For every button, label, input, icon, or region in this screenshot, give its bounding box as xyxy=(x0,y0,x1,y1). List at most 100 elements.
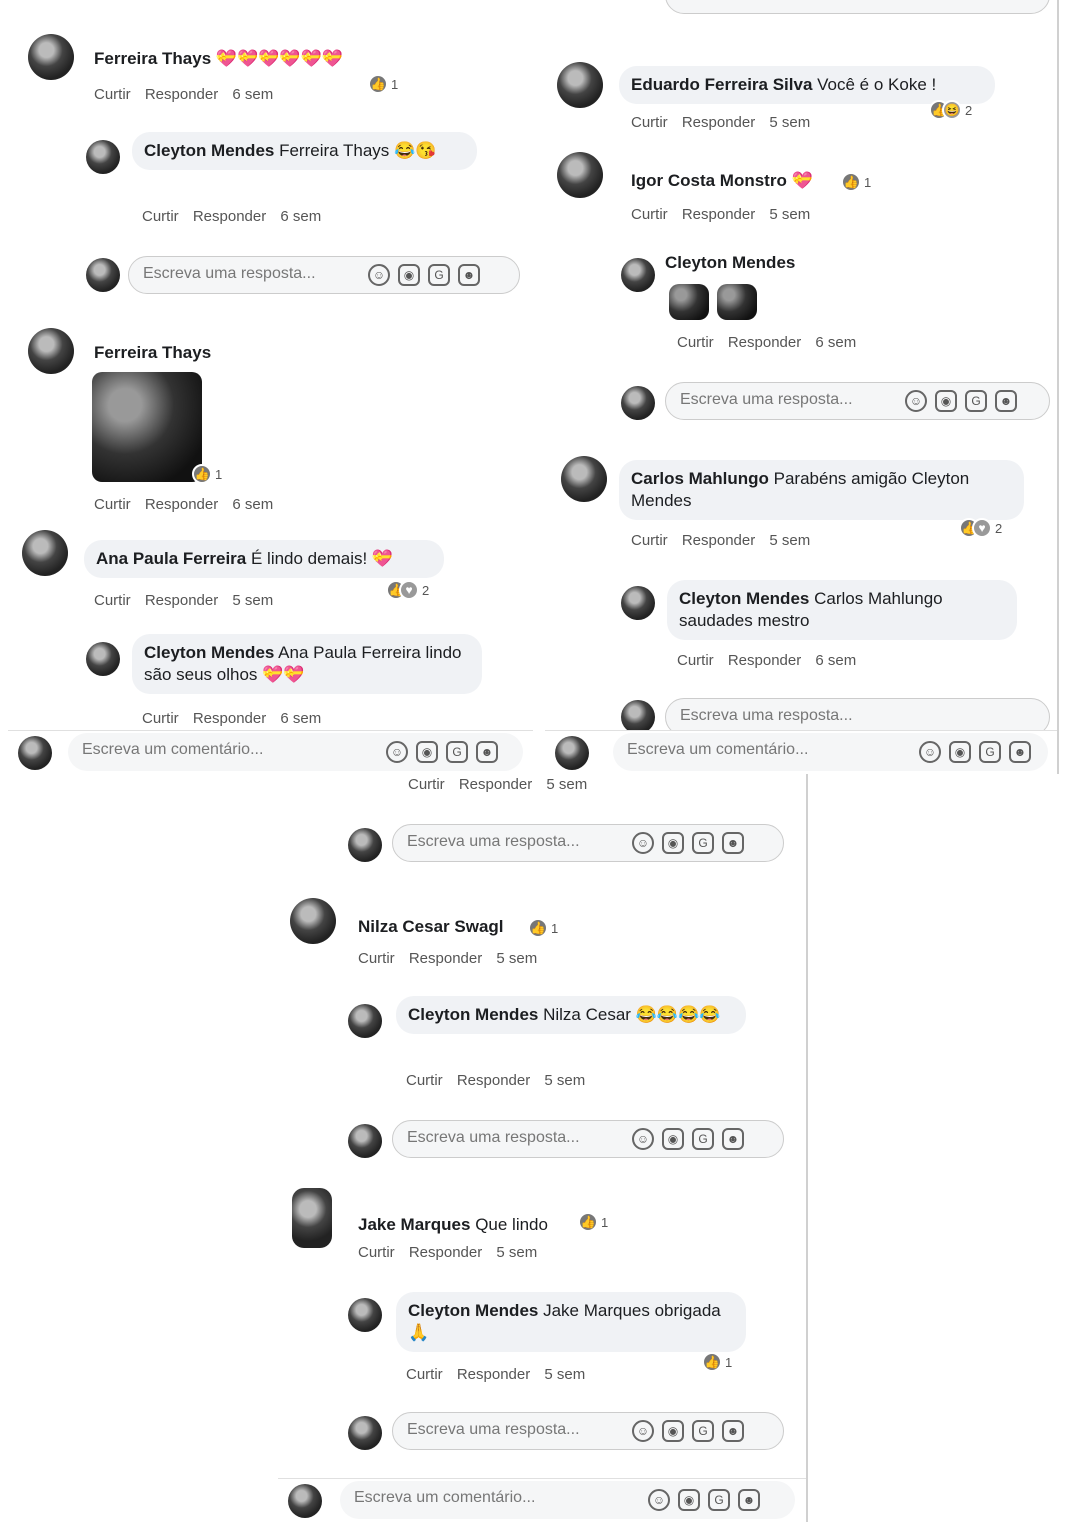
comment-author[interactable]: Ferreira Thays xyxy=(94,49,211,68)
camera-icon[interactable]: ◉ xyxy=(662,1420,684,1442)
gif-icon[interactable]: G xyxy=(708,1489,730,1511)
sticker-icon[interactable]: ☻ xyxy=(1009,741,1031,763)
comment-author[interactable]: Igor Costa Monstro xyxy=(631,171,787,190)
reply-input[interactable] xyxy=(665,0,1050,14)
reaction-count[interactable]: 👍 ♥ 2 xyxy=(959,518,1002,538)
sticker-icon[interactable]: ☻ xyxy=(722,832,744,854)
avatar[interactable] xyxy=(22,530,68,576)
avatar[interactable] xyxy=(557,62,603,108)
like-link[interactable]: Curtir xyxy=(358,1244,395,1261)
gif-icon[interactable]: G xyxy=(692,1420,714,1442)
like-link[interactable]: Curtir xyxy=(94,496,131,513)
reply-link[interactable]: Responder xyxy=(193,208,266,225)
avatar[interactable] xyxy=(28,34,74,80)
reply-link[interactable]: Responder xyxy=(145,592,218,609)
reply-link[interactable]: Responder xyxy=(682,206,755,223)
emoji-icon[interactable]: ☺ xyxy=(368,264,390,286)
comment-author[interactable]: Cleyton Mendes xyxy=(679,589,809,608)
reaction-count[interactable]: 👍 1 xyxy=(192,464,222,484)
comment-author[interactable]: Cleyton Mendes xyxy=(144,141,274,160)
sticker-icon[interactable]: ☻ xyxy=(738,1489,760,1511)
fist-bump-sticker[interactable] xyxy=(669,284,709,320)
gif-icon[interactable]: G xyxy=(965,390,987,412)
avatar[interactable] xyxy=(28,328,74,374)
gif-icon[interactable]: G xyxy=(979,741,1001,763)
reaction-count[interactable]: 👍 1 xyxy=(578,1212,608,1232)
sticker-icon[interactable]: ☻ xyxy=(476,741,498,763)
gif-icon[interactable]: G xyxy=(446,741,468,763)
reply-link[interactable]: Responder xyxy=(682,114,755,131)
emoji-icon[interactable]: ☺ xyxy=(632,1128,654,1150)
emoji-icon[interactable]: ☺ xyxy=(905,390,927,412)
like-link[interactable]: Curtir xyxy=(408,776,445,793)
reply-link[interactable]: Responder xyxy=(145,86,218,103)
fist-bump-sticker[interactable] xyxy=(717,284,757,320)
avatar[interactable] xyxy=(561,456,607,502)
emoji-icon[interactable]: ☺ xyxy=(919,741,941,763)
reaction-count[interactable]: 👍 1 xyxy=(368,74,398,94)
sticker-icon[interactable]: ☻ xyxy=(995,390,1017,412)
like-link[interactable]: Curtir xyxy=(677,652,714,669)
reply-link[interactable]: Responder xyxy=(728,652,801,669)
comment-author[interactable]: Nilza Cesar Swagl xyxy=(358,917,504,936)
avatar[interactable] xyxy=(348,1004,382,1038)
reply-link[interactable]: Responder xyxy=(457,1366,530,1383)
like-link[interactable]: Curtir xyxy=(94,86,131,103)
reaction-count[interactable]: 👍 ♥ 2 xyxy=(386,580,429,600)
reply-link[interactable]: Responder xyxy=(457,1072,530,1089)
gif-icon[interactable]: G xyxy=(692,832,714,854)
comment-author[interactable]: Jake Marques xyxy=(358,1215,470,1234)
reply-link[interactable]: Responder xyxy=(459,776,532,793)
avatar[interactable] xyxy=(621,586,655,620)
reaction-count[interactable]: 👍 1 xyxy=(841,172,871,192)
comment-author[interactable]: Cleyton Mendes xyxy=(144,643,274,662)
emoji-icon[interactable]: ☺ xyxy=(386,741,408,763)
comment-author[interactable]: Ferreira Thays xyxy=(94,343,211,362)
sticker-icon[interactable]: ☻ xyxy=(722,1128,744,1150)
camera-icon[interactable]: ◉ xyxy=(398,264,420,286)
like-link[interactable]: Curtir xyxy=(631,206,668,223)
comment-author[interactable]: Eduardo Ferreira Silva xyxy=(631,75,812,94)
camera-icon[interactable]: ◉ xyxy=(949,741,971,763)
avatar[interactable] xyxy=(86,642,120,676)
gif-icon[interactable]: G xyxy=(428,264,450,286)
reply-link[interactable]: Responder xyxy=(145,496,218,513)
reaction-count[interactable]: 👍 1 xyxy=(702,1352,732,1372)
avatar[interactable] xyxy=(290,898,336,944)
reaction-count[interactable]: 👍 😆 2 xyxy=(929,100,972,120)
emoji-icon[interactable]: ☺ xyxy=(648,1489,670,1511)
comment-author[interactable]: Cleyton Mendes xyxy=(408,1005,538,1024)
camera-icon[interactable]: ◉ xyxy=(662,832,684,854)
reply-link[interactable]: Responder xyxy=(409,1244,482,1261)
reply-link[interactable]: Responder xyxy=(728,334,801,351)
like-link[interactable]: Curtir xyxy=(358,950,395,967)
like-link[interactable]: Curtir xyxy=(142,208,179,225)
like-link[interactable]: Curtir xyxy=(631,532,668,549)
like-link[interactable]: Curtir xyxy=(142,710,179,727)
reply-link[interactable]: Responder xyxy=(682,532,755,549)
comment-author[interactable]: Ana Paula Ferreira xyxy=(96,549,246,568)
comment-author[interactable]: Carlos Mahlungo xyxy=(631,469,769,488)
emoji-icon[interactable]: ☺ xyxy=(632,832,654,854)
sticker-icon[interactable]: ☻ xyxy=(722,1420,744,1442)
reply-link[interactable]: Responder xyxy=(193,710,266,727)
avatar[interactable] xyxy=(86,140,120,174)
comment-author[interactable]: Cleyton Mendes xyxy=(408,1301,538,1320)
like-link[interactable]: Curtir xyxy=(631,114,668,131)
like-link[interactable]: Curtir xyxy=(406,1072,443,1089)
like-link[interactable]: Curtir xyxy=(94,592,131,609)
avatar[interactable] xyxy=(292,1188,332,1248)
reply-link[interactable]: Responder xyxy=(409,950,482,967)
avatar[interactable] xyxy=(621,258,655,292)
emoji-icon[interactable]: ☺ xyxy=(632,1420,654,1442)
like-link[interactable]: Curtir xyxy=(677,334,714,351)
reaction-count[interactable]: 👍 1 xyxy=(528,918,558,938)
camera-icon[interactable]: ◉ xyxy=(662,1128,684,1150)
gif-icon[interactable]: G xyxy=(692,1128,714,1150)
avatar[interactable] xyxy=(348,1298,382,1332)
camera-icon[interactable]: ◉ xyxy=(935,390,957,412)
flower-sticker-image[interactable] xyxy=(92,372,202,482)
camera-icon[interactable]: ◉ xyxy=(678,1489,700,1511)
sticker-icon[interactable]: ☻ xyxy=(458,264,480,286)
like-link[interactable]: Curtir xyxy=(406,1366,443,1383)
